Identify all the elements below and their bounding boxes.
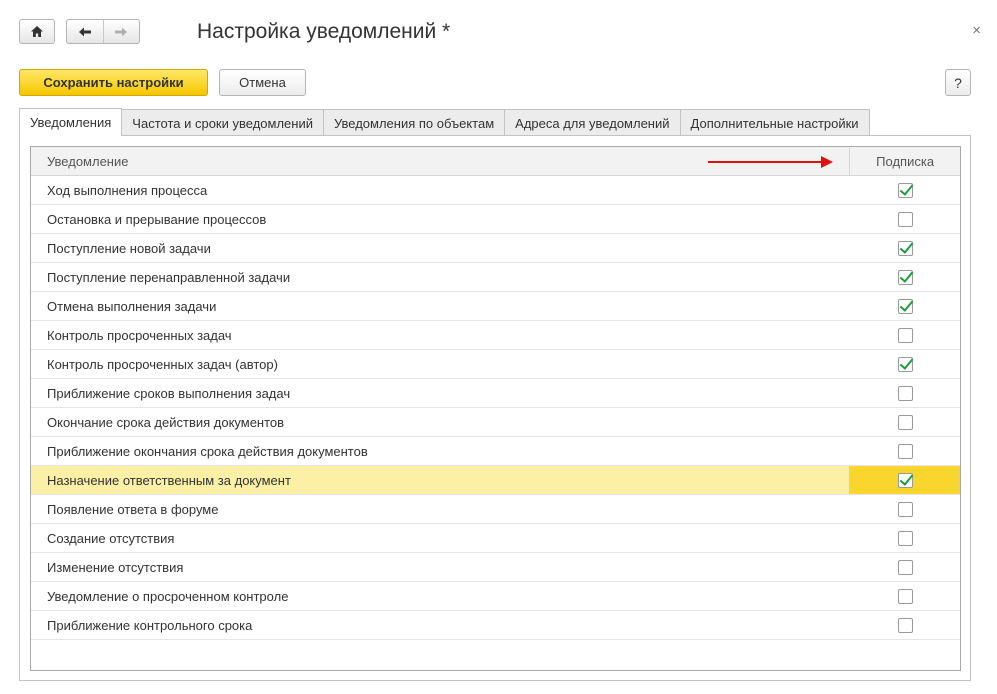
subscription-cell: [849, 582, 960, 610]
tab-addresses[interactable]: Адреса для уведомлений: [504, 109, 681, 136]
table-row[interactable]: Появление ответа в форуме: [31, 495, 960, 524]
notification-name: Изменение отсутствия: [47, 559, 184, 575]
subscription-cell: [849, 379, 960, 407]
subscription-cell: [849, 524, 960, 552]
forward-button[interactable]: [102, 20, 140, 43]
subscription-checkbox[interactable]: [897, 414, 913, 430]
notification-name: Приближение сроков выполнения задач: [47, 385, 291, 401]
back-button[interactable]: [67, 20, 103, 43]
tab-panel: Уведомление Подписка Ход выполнения проц…: [19, 135, 971, 681]
home-icon: [31, 26, 43, 37]
subscription-checkbox[interactable]: [897, 559, 913, 575]
tab-frequency[interactable]: Частота и сроки уведомлений: [121, 109, 324, 136]
subscription-checkbox[interactable]: [897, 501, 913, 517]
subscription-cell: [849, 466, 960, 494]
subscription-checkbox-checked[interactable]: [897, 298, 913, 314]
subscription-checkbox[interactable]: [897, 211, 913, 227]
close-icon[interactable]: ×: [972, 23, 981, 39]
help-button[interactable]: ?: [945, 69, 971, 96]
subscription-cell: [849, 408, 960, 436]
table-row[interactable]: Приближение сроков выполнения задач: [31, 379, 960, 408]
tab-additional-settings[interactable]: Дополнительные настройки: [679, 109, 870, 136]
notification-name: Остановка и прерывание процессов: [47, 211, 267, 227]
notification-name: Контроль просроченных задач: [47, 327, 232, 343]
notification-name: Поступление новой задачи: [47, 240, 211, 256]
notification-name: Назначение ответственным за документ: [47, 472, 291, 488]
history-navigation: [66, 19, 140, 44]
save-settings-button[interactable]: Сохранить настройки: [19, 69, 208, 96]
notification-name: Отмена выполнения задачи: [47, 298, 217, 314]
subscription-cell: [849, 176, 960, 204]
subscription-checkbox[interactable]: [897, 617, 913, 633]
subscription-checkbox-checked[interactable]: [897, 472, 913, 488]
subscription-checkbox[interactable]: [897, 588, 913, 604]
column-header-subscription[interactable]: Подписка: [849, 147, 960, 175]
table-row[interactable]: Приближение окончания срока действия док…: [31, 437, 960, 466]
table-row[interactable]: Контроль просроченных задач: [31, 321, 960, 350]
tab-bar: Уведомления Частота и сроки уведомлений …: [19, 108, 870, 136]
subscription-checkbox-checked[interactable]: [897, 240, 913, 256]
cancel-button[interactable]: Отмена: [219, 69, 306, 96]
notification-name: Контроль просроченных задач (автор): [47, 356, 278, 372]
subscription-checkbox-checked[interactable]: [897, 182, 913, 198]
notifications-table: Уведомление Подписка Ход выполнения проц…: [30, 146, 961, 671]
subscription-checkbox[interactable]: [897, 530, 913, 546]
table-row[interactable]: Отмена выполнения задачи: [31, 292, 960, 321]
notification-name: Создание отсутствия: [47, 530, 175, 546]
table-row[interactable]: Изменение отсутствия: [31, 553, 960, 582]
subscription-checkbox-checked[interactable]: [897, 356, 913, 372]
table-row[interactable]: Окончание срока действия документов: [31, 408, 960, 437]
subscription-cell: [849, 234, 960, 262]
notification-name: Приближение окончания срока действия док…: [47, 443, 368, 459]
table-row[interactable]: Поступление новой задачи: [31, 234, 960, 263]
home-button[interactable]: [19, 19, 55, 44]
table-row[interactable]: Контроль просроченных задач (автор): [31, 350, 960, 379]
table-row[interactable]: Поступление перенаправленной задачи: [31, 263, 960, 292]
window-title: Настройка уведомлений *: [197, 20, 451, 43]
subscription-cell: [849, 553, 960, 581]
tab-object-notifications[interactable]: Уведомления по объектам: [322, 109, 506, 136]
subscription-cell: [849, 437, 960, 465]
arrow-left-icon: [78, 27, 91, 36]
table-row[interactable]: Ход выполнения процесса: [31, 176, 960, 205]
annotation-arrow-icon: [708, 156, 833, 168]
table-row[interactable]: Создание отсутствия: [31, 524, 960, 553]
subscription-checkbox[interactable]: [897, 385, 913, 401]
table-row[interactable]: Остановка и прерывание процессов: [31, 205, 960, 234]
tab-notifications[interactable]: Уведомления: [19, 108, 123, 136]
notification-name: Окончание срока действия документов: [47, 414, 285, 430]
table-row[interactable]: Приближение контрольного срока: [31, 611, 960, 640]
subscription-checkbox[interactable]: [897, 443, 913, 459]
subscription-cell: [849, 611, 960, 639]
arrow-right-icon: [115, 27, 128, 36]
table-row[interactable]: Уведомление о просроченном контроле: [31, 582, 960, 611]
subscription-checkbox[interactable]: [897, 327, 913, 343]
subscription-cell: [849, 321, 960, 349]
table-body: Ход выполнения процесса Остановка и преры…: [31, 156, 960, 640]
notification-name: Ход выполнения процесса: [47, 182, 208, 198]
subscription-cell: [849, 350, 960, 378]
subscription-cell: [849, 292, 960, 320]
notification-name: Появление ответа в форуме: [47, 501, 219, 517]
table-row[interactable]: Назначение ответственным за документ: [31, 156, 960, 495]
subscription-cell: [849, 495, 960, 523]
subscription-cell: [849, 205, 960, 233]
subscription-checkbox-checked[interactable]: [897, 269, 913, 285]
notification-name: Уведомление о просроченном контроле: [47, 588, 289, 604]
notification-name: Приближение контрольного срока: [47, 617, 253, 633]
subscription-cell: [849, 263, 960, 291]
notification-name: Поступление перенаправленной задачи: [47, 269, 291, 285]
